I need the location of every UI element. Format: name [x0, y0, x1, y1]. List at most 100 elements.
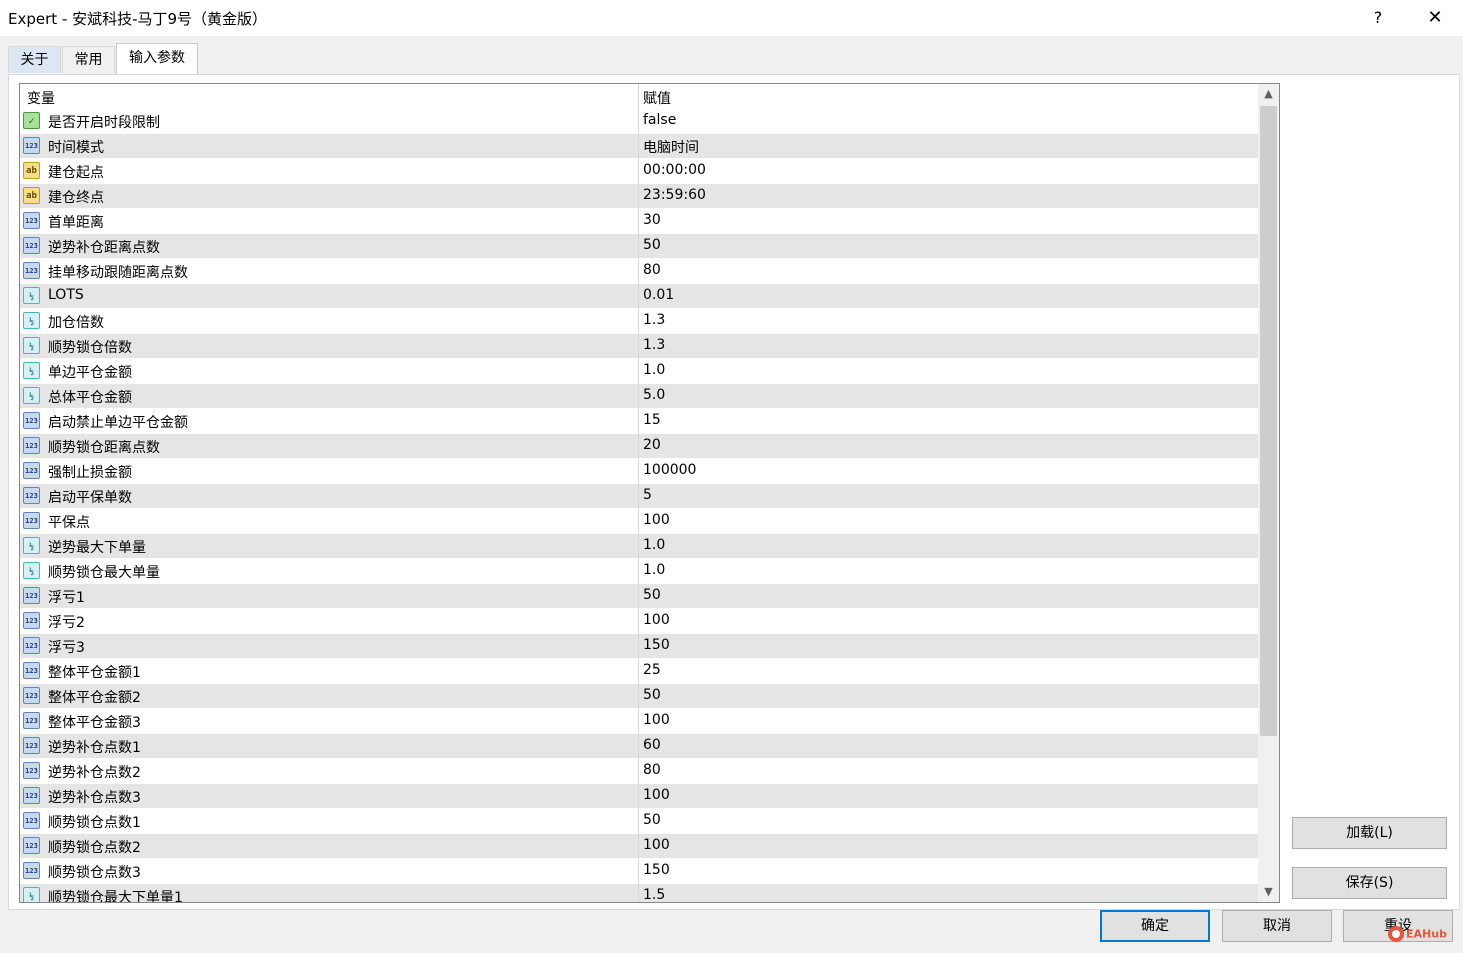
- table-row[interactable]: 123 首单距离 30: [20, 209, 1258, 234]
- load-button[interactable]: 加载(L): [1292, 817, 1447, 849]
- parameter-value[interactable]: 100: [643, 512, 670, 528]
- parameter-name: 逆势最大下单量: [48, 540, 146, 556]
- parameter-value[interactable]: 100: [643, 612, 670, 628]
- parameter-name: 整体平仓金额3: [48, 715, 141, 731]
- column-divider[interactable]: [638, 84, 639, 902]
- parameter-value[interactable]: 电脑时间: [643, 137, 699, 157]
- scroll-down-icon[interactable]: ▼: [1258, 882, 1279, 902]
- parameter-value[interactable]: 5: [643, 487, 652, 503]
- parameter-value[interactable]: 1.5: [643, 887, 665, 902]
- parameter-value[interactable]: 00:00:00: [643, 162, 706, 178]
- parameter-value[interactable]: 50: [643, 237, 661, 253]
- header-value[interactable]: 赋值: [643, 88, 671, 108]
- parameter-value[interactable]: 1.3: [643, 337, 665, 353]
- table-row[interactable]: 123 逆势补仓点数1 60: [20, 734, 1258, 759]
- parameter-value[interactable]: 1.0: [643, 537, 665, 553]
- tab-inputs[interactable]: 输入参数: [116, 43, 198, 74]
- table-row[interactable]: ✓ 是否开启时段限制 false: [20, 109, 1258, 134]
- table-row[interactable]: ½ 加仓倍数 1.3: [20, 309, 1258, 334]
- table-row[interactable]: 123 顺势锁仓点数3 150: [20, 859, 1258, 884]
- vertical-scrollbar[interactable]: ▲ ▼: [1258, 84, 1279, 902]
- parameter-value[interactable]: 30: [643, 212, 661, 228]
- table-row[interactable]: 123 整体平仓金额1 25: [20, 659, 1258, 684]
- table-row[interactable]: ½ 总体平仓金额 5.0: [20, 384, 1258, 409]
- parameter-value[interactable]: 1.3: [643, 312, 665, 328]
- parameter-name: 整体平仓金额1: [48, 665, 141, 681]
- window-title: Expert - 安斌科技-马丁9号（黄金版）: [8, 10, 268, 28]
- parameter-value[interactable]: 60: [643, 737, 661, 753]
- parameter-value[interactable]: 100: [643, 712, 670, 728]
- parameter-name: LOTS: [48, 287, 84, 303]
- table-row[interactable]: 123 顺势锁仓点数1 50: [20, 809, 1258, 834]
- table-row[interactable]: 123 逆势补仓点数2 80: [20, 759, 1258, 784]
- table-row[interactable]: ab 建仓终点 23:59:60: [20, 184, 1258, 209]
- parameter-value[interactable]: 150: [643, 637, 670, 653]
- table-row[interactable]: 123 平保点 100: [20, 509, 1258, 534]
- parameter-value[interactable]: 0.01: [643, 287, 674, 303]
- parameter-value[interactable]: 100000: [643, 462, 696, 478]
- table-row[interactable]: ½ 逆势最大下单量 1.0: [20, 534, 1258, 559]
- parameter-value[interactable]: 100: [643, 837, 670, 853]
- parameter-value[interactable]: 50: [643, 687, 661, 703]
- parameter-name: 强制止损金额: [48, 465, 132, 481]
- save-button[interactable]: 保存(S): [1292, 867, 1447, 899]
- parameter-name: 顺势锁仓距离点数: [48, 440, 160, 456]
- parameter-value[interactable]: 1.0: [643, 562, 665, 578]
- table-row[interactable]: ½ 单边平仓金额 1.0: [20, 359, 1258, 384]
- parameter-value[interactable]: 5.0: [643, 387, 665, 403]
- ok-button[interactable]: 确定: [1100, 910, 1210, 942]
- table-row[interactable]: 123 浮亏2 100: [20, 609, 1258, 634]
- parameter-name: 顺势锁仓点数2: [48, 840, 141, 856]
- table-row[interactable]: ½ LOTS 0.01: [20, 284, 1258, 309]
- table-row[interactable]: 123 浮亏3 150: [20, 634, 1258, 659]
- parameter-value[interactable]: false: [643, 112, 676, 128]
- scroll-thumb[interactable]: [1260, 106, 1277, 736]
- table-row[interactable]: ½ 顺势锁仓最大单量 1.0: [20, 559, 1258, 584]
- parameter-value[interactable]: 150: [643, 862, 670, 878]
- table-row[interactable]: ½ 顺势锁仓最大下单量1 1.5: [20, 884, 1258, 902]
- table-row[interactable]: 123 逆势补仓点数3 100: [20, 784, 1258, 809]
- string-type-icon: ab: [23, 187, 40, 204]
- parameter-value[interactable]: 80: [643, 262, 661, 278]
- parameter-value[interactable]: 100: [643, 787, 670, 803]
- table-row[interactable]: 123 启动禁止单边平仓金额 15: [20, 409, 1258, 434]
- parameter-value[interactable]: 23:59:60: [643, 187, 706, 203]
- table-row[interactable]: 123 逆势补仓距离点数 50: [20, 234, 1258, 259]
- parameter-name: 启动平保单数: [48, 490, 132, 506]
- parameter-value[interactable]: 80: [643, 762, 661, 778]
- table-row[interactable]: ab 建仓起点 00:00:00: [20, 159, 1258, 184]
- table-row[interactable]: 123 强制止损金额 100000: [20, 459, 1258, 484]
- table-row[interactable]: 123 时间模式 电脑时间: [20, 134, 1258, 159]
- parameter-value[interactable]: 20: [643, 437, 661, 453]
- table-row[interactable]: ½ 顺势锁仓倍数 1.3: [20, 334, 1258, 359]
- parameter-value[interactable]: 50: [643, 587, 661, 603]
- table-row[interactable]: 123 整体平仓金额2 50: [20, 684, 1258, 709]
- table-row[interactable]: 123 整体平仓金额3 100: [20, 709, 1258, 734]
- header-variable[interactable]: 变量: [27, 88, 55, 108]
- table-row[interactable]: 123 启动平保单数 5: [20, 484, 1258, 509]
- parameter-value[interactable]: 25: [643, 662, 661, 678]
- eahub-watermark: EAHub: [1388, 926, 1447, 948]
- parameter-name: 时间模式: [48, 140, 104, 156]
- parameter-name: 顺势锁仓倍数: [48, 340, 132, 356]
- parameter-name: 顺势锁仓最大单量: [48, 565, 160, 581]
- tab-about[interactable]: 关于: [8, 46, 61, 73]
- cancel-button[interactable]: 取消: [1222, 910, 1332, 942]
- help-button[interactable]: ?: [1355, 0, 1401, 36]
- parameter-value[interactable]: 15: [643, 412, 661, 428]
- string-type-icon: ab: [23, 162, 40, 179]
- tab-common[interactable]: 常用: [62, 46, 115, 73]
- table-row[interactable]: 123 挂单移动跟随距离点数 80: [20, 259, 1258, 284]
- parameter-value[interactable]: 50: [643, 812, 661, 828]
- close-button[interactable]: ✕: [1412, 0, 1458, 36]
- parameter-value[interactable]: 1.0: [643, 362, 665, 378]
- table-row[interactable]: 123 浮亏1 50: [20, 584, 1258, 609]
- double-type-icon: ½: [23, 362, 40, 379]
- double-type-icon: ½: [23, 387, 40, 404]
- watermark-text: EAHub: [1406, 927, 1447, 941]
- integer-type-icon: 123: [23, 462, 40, 479]
- table-row[interactable]: 123 顺势锁仓距离点数 20: [20, 434, 1258, 459]
- table-row[interactable]: 123 顺势锁仓点数2 100: [20, 834, 1258, 859]
- parameter-name: 逆势补仓点数3: [48, 790, 141, 806]
- scroll-up-icon[interactable]: ▲: [1258, 84, 1279, 104]
